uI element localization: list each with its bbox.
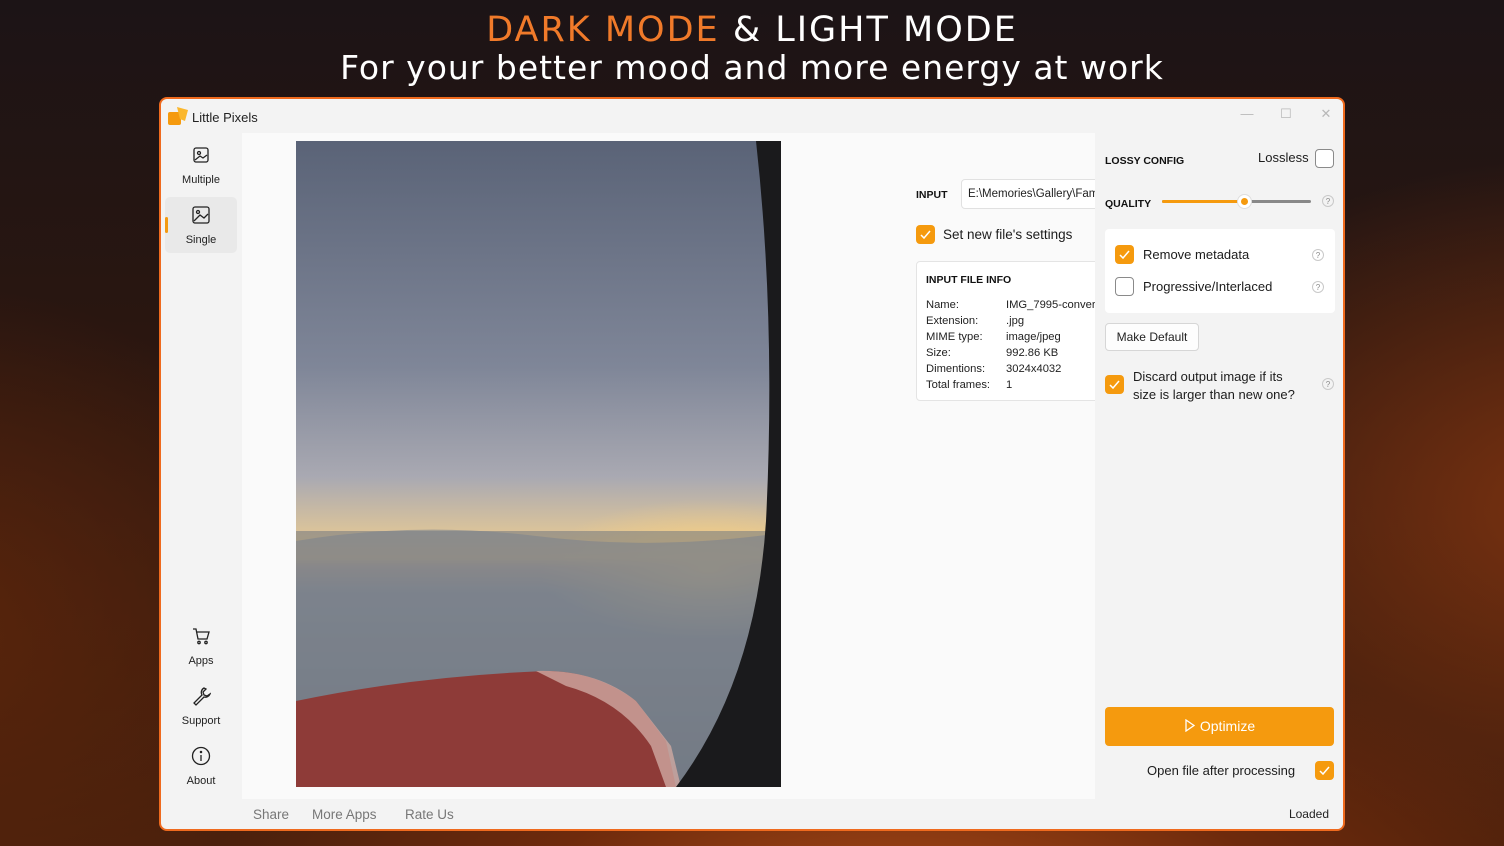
optimize-label: Optimize — [1199, 718, 1256, 734]
maximize-button[interactable]: ☐ — [1273, 105, 1299, 123]
quality-slider[interactable] — [1162, 194, 1311, 209]
config-panel: LOSSY CONFIG Lossless QUALITY ? Remove m… — [1095, 133, 1343, 829]
help-icon[interactable]: ? — [1312, 249, 1324, 261]
progressive-checkbox[interactable] — [1115, 277, 1134, 296]
file-info-row: Dimentions: 3024x4032 — [926, 363, 1061, 375]
sidebar: Multiple Single Apps Support About — [161, 133, 241, 803]
preview-area: INPUT Set new file's settings ? INPUT FI… — [242, 133, 1166, 799]
lossless-label: Lossless — [1258, 150, 1309, 165]
help-icon[interactable]: ? — [1322, 195, 1334, 207]
open-after-checkbox[interactable] — [1315, 761, 1334, 780]
quality-label: QUALITY — [1105, 198, 1152, 210]
file-info-key: Total frames: — [926, 379, 991, 391]
file-info-key: Extension: — [926, 315, 979, 327]
file-info-row: Total frames: 1 — [926, 379, 1012, 391]
file-info-key: MIME type: — [926, 331, 983, 343]
close-button[interactable]: ✕ — [1313, 105, 1339, 123]
sidebar-item-label: Single — [185, 234, 217, 246]
set-new-settings-checkbox[interactable] — [916, 225, 935, 244]
promo-subtitle: For your better mood and more energy at … — [340, 48, 1164, 87]
cart-icon — [193, 628, 210, 645]
file-info-row: Extension: .jpg — [926, 315, 1024, 327]
quality-slider-thumb[interactable] — [1236, 194, 1252, 209]
image-stack-icon — [193, 147, 209, 163]
check-icon — [1319, 766, 1330, 776]
remove-metadata-label: Remove metadata — [1143, 247, 1250, 262]
play-icon — [1185, 718, 1196, 733]
lossy-config-label: LOSSY CONFIG — [1105, 155, 1185, 167]
discard-output-checkbox[interactable] — [1105, 375, 1124, 394]
file-info-value: .jpg — [1006, 315, 1025, 327]
app-logo-icon — [168, 107, 188, 125]
sidebar-item-label: Apps — [188, 655, 214, 667]
sidebar-item-single[interactable]: Single — [165, 197, 237, 253]
sidebar-item-label: About — [186, 775, 216, 787]
sidebar-item-label: Multiple — [182, 174, 220, 186]
active-indicator — [165, 217, 168, 233]
share-link[interactable]: Share — [253, 807, 289, 822]
file-info-row: MIME type: image/jpeg — [926, 331, 1061, 343]
status-text: Loaded — [1288, 807, 1329, 821]
check-icon — [1119, 250, 1130, 260]
open-after-label: Open file after processing — [1147, 763, 1296, 778]
check-icon — [1109, 380, 1120, 390]
help-icon[interactable]: ? — [1322, 378, 1334, 390]
discard-output-label-line2: size is larger than new one? — [1133, 387, 1295, 402]
wrench-icon — [193, 687, 211, 706]
make-default-button[interactable]: Make Default — [1105, 323, 1199, 351]
optimize-button[interactable]: Optimize — [1105, 707, 1334, 746]
file-info-value: 3024x4032 — [1006, 363, 1062, 375]
title-bar: Little Pixels — ☐ ✕ — [161, 99, 1343, 133]
lossless-checkbox[interactable] — [1315, 149, 1334, 168]
promo-headline: DARK MODE & LIGHT MODE — [0, 10, 1504, 50]
check-icon — [920, 230, 931, 240]
file-info-heading: INPUT FILE INFO — [926, 274, 1012, 286]
bottom-bar: Share More Apps Rate Us — [241, 799, 1095, 829]
minimize-button[interactable]: — — [1234, 105, 1260, 123]
file-info-row: Size: 992.86 KB — [926, 347, 1058, 359]
help-icon[interactable]: ? — [1312, 281, 1324, 293]
file-info-key: Dimentions: — [926, 363, 986, 375]
promo-amp: & — [719, 10, 776, 50]
options-card: Remove metadata ? Progressive/Interlaced… — [1105, 229, 1335, 313]
quality-slider-fill — [1162, 200, 1244, 203]
discard-output-label-line1: Discard output image if its — [1133, 369, 1283, 384]
window-title: Little Pixels — [192, 110, 258, 125]
file-info-key: Size: — [926, 347, 951, 359]
sidebar-item-apps[interactable]: Apps — [165, 618, 237, 674]
file-info-value: 1 — [1006, 379, 1013, 391]
file-info-value: image/jpeg — [1006, 331, 1061, 343]
file-info-key: Name: — [926, 299, 959, 311]
sidebar-item-label: Support — [181, 715, 221, 727]
input-label: INPUT — [916, 189, 948, 201]
image-preview — [296, 141, 781, 787]
sidebar-item-about[interactable]: About — [165, 738, 237, 794]
app-window: Little Pixels — ☐ ✕ Multiple Single Apps — [159, 97, 1345, 831]
image-icon — [192, 206, 210, 224]
remove-metadata-checkbox[interactable] — [1115, 245, 1134, 264]
promo-dark-mode: DARK MODE — [486, 10, 720, 50]
set-new-settings-label: Set new file's settings — [943, 227, 1073, 242]
promo-light-mode: LIGHT MODE — [775, 10, 1018, 50]
progressive-label: Progressive/Interlaced — [1143, 279, 1273, 294]
sidebar-item-multiple[interactable]: Multiple — [165, 137, 237, 193]
sidebar-item-support[interactable]: Support — [165, 678, 237, 734]
rate-us-link[interactable]: Rate Us — [405, 807, 454, 822]
file-info-value: 992.86 KB — [1006, 347, 1059, 359]
info-icon — [191, 746, 211, 766]
more-apps-link[interactable]: More Apps — [312, 807, 377, 822]
